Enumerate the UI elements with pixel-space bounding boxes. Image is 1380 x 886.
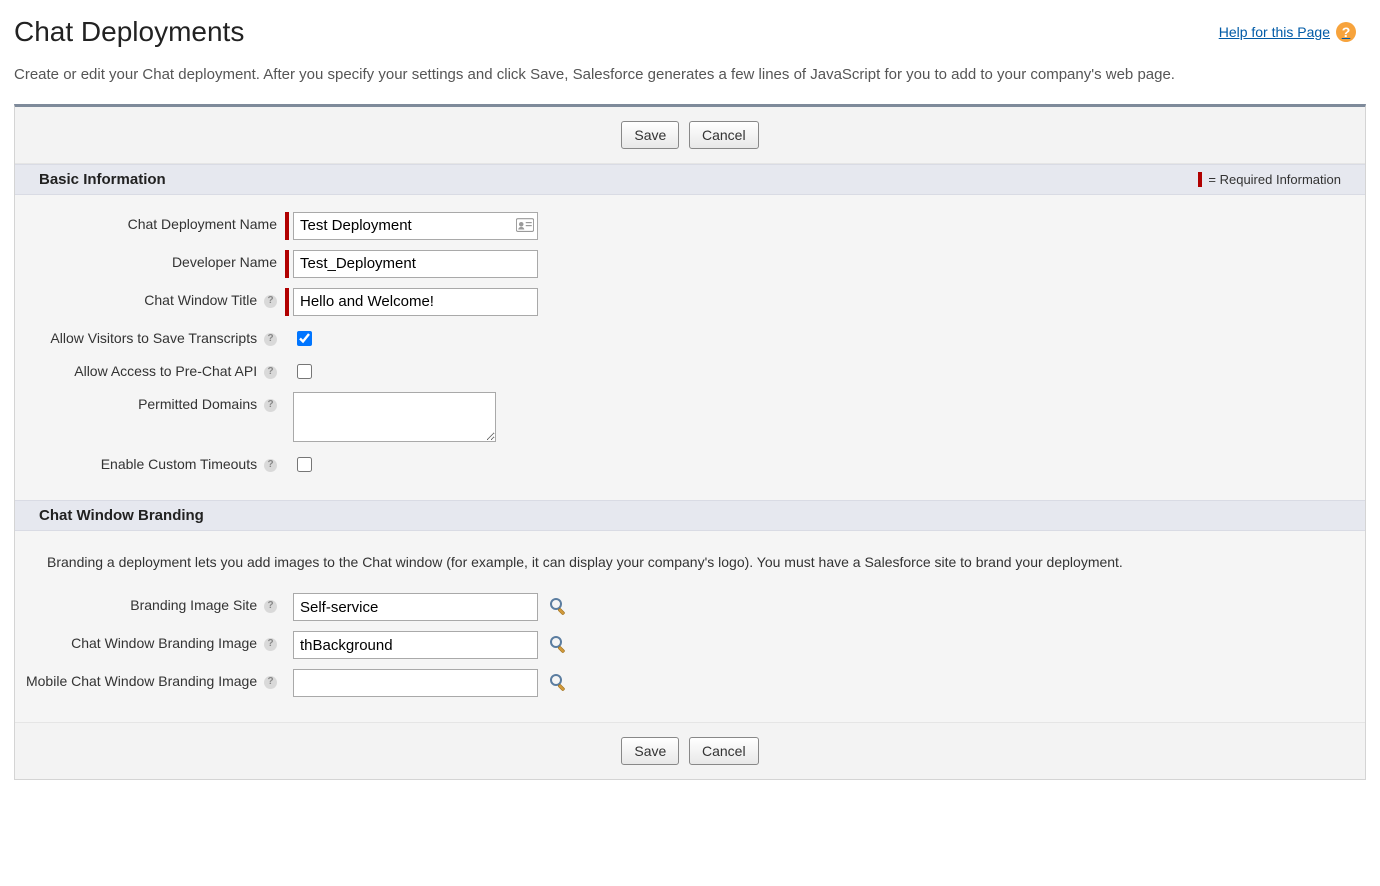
help-link-label: Help for this Page: [1219, 24, 1330, 40]
allow-save-transcripts-checkbox[interactable]: [297, 331, 312, 346]
label-branding-site: Branding Image Site: [130, 597, 257, 613]
mobile-branding-image-input[interactable]: [293, 669, 538, 697]
required-indicator: [285, 288, 289, 316]
required-info-legend: = Required Information: [1198, 172, 1341, 187]
label-window-title: Chat Window Title: [144, 292, 257, 308]
info-icon[interactable]: ?: [264, 333, 277, 346]
section-header-branding: Chat Window Branding: [15, 500, 1365, 531]
cancel-button[interactable]: Cancel: [689, 121, 759, 149]
label-permitted-domains: Permitted Domains: [138, 396, 257, 412]
page-title: Chat Deployments: [14, 16, 244, 48]
branding-site-input[interactable]: [293, 593, 538, 621]
info-icon[interactable]: ?: [264, 638, 277, 651]
required-bar-icon: [1198, 172, 1202, 187]
label-branding-image: Chat Window Branding Image: [71, 635, 257, 651]
section-header-basic: Basic Information = Required Information: [15, 164, 1365, 195]
label-developer-name: Developer Name: [15, 250, 285, 272]
required-info-text: = Required Information: [1208, 172, 1341, 187]
lookup-icon[interactable]: [548, 672, 568, 692]
section-title-branding: Chat Window Branding: [39, 507, 204, 524]
label-allow-save-transcripts: Allow Visitors to Save Transcripts: [50, 330, 257, 346]
info-icon[interactable]: ?: [264, 600, 277, 613]
developer-name-input[interactable]: [293, 250, 538, 278]
required-indicator: [285, 250, 289, 278]
info-icon[interactable]: ?: [264, 676, 277, 689]
section-title-basic: Basic Information: [39, 171, 166, 188]
label-deployment-name: Chat Deployment Name: [15, 212, 285, 234]
button-bar-top: Save Cancel: [15, 107, 1365, 164]
required-indicator: [285, 212, 289, 240]
help-link[interactable]: Help for this Page ?: [1219, 22, 1356, 42]
save-button[interactable]: Save: [621, 121, 679, 149]
allow-prechat-api-checkbox[interactable]: [297, 364, 312, 379]
lookup-icon[interactable]: [548, 634, 568, 654]
label-mobile-branding-image: Mobile Chat Window Branding Image: [26, 673, 257, 689]
info-icon[interactable]: ?: [264, 399, 277, 412]
lookup-icon[interactable]: [548, 596, 568, 616]
cancel-button[interactable]: Cancel: [689, 737, 759, 765]
branding-description: Branding a deployment lets you add image…: [15, 543, 1365, 589]
info-icon[interactable]: ?: [264, 459, 277, 472]
window-title-input[interactable]: [293, 288, 538, 316]
deployment-name-input[interactable]: [293, 212, 538, 240]
label-enable-custom-timeouts: Enable Custom Timeouts: [101, 456, 257, 472]
help-icon: ?: [1336, 22, 1356, 42]
save-button[interactable]: Save: [621, 737, 679, 765]
enable-custom-timeouts-checkbox[interactable]: [297, 457, 312, 472]
label-allow-prechat-api: Allow Access to Pre-Chat API: [74, 363, 257, 379]
branding-image-input[interactable]: [293, 631, 538, 659]
form-card: Save Cancel Basic Information = Required…: [14, 104, 1366, 781]
permitted-domains-textarea[interactable]: [293, 392, 496, 442]
page-intro: Create or edit your Chat deployment. Aft…: [14, 64, 1366, 86]
info-icon[interactable]: ?: [264, 366, 277, 379]
button-bar-bottom: Save Cancel: [15, 722, 1365, 779]
info-icon[interactable]: ?: [264, 295, 277, 308]
